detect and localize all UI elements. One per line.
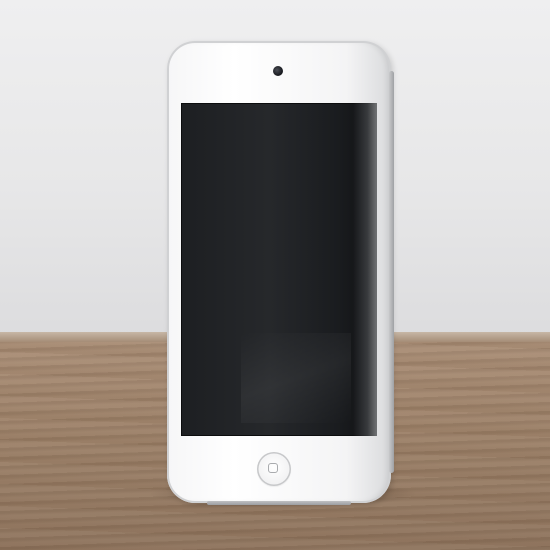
screen-sheen bbox=[241, 333, 351, 423]
home-button-icon bbox=[268, 463, 278, 473]
screen-reflection bbox=[353, 103, 377, 436]
camera-icon bbox=[273, 66, 283, 76]
home-button[interactable] bbox=[257, 452, 291, 486]
device-screen[interactable] bbox=[181, 103, 377, 436]
device-side-edge bbox=[389, 71, 394, 473]
device-bottom-edge bbox=[207, 501, 351, 505]
media-player-device bbox=[167, 41, 394, 505]
